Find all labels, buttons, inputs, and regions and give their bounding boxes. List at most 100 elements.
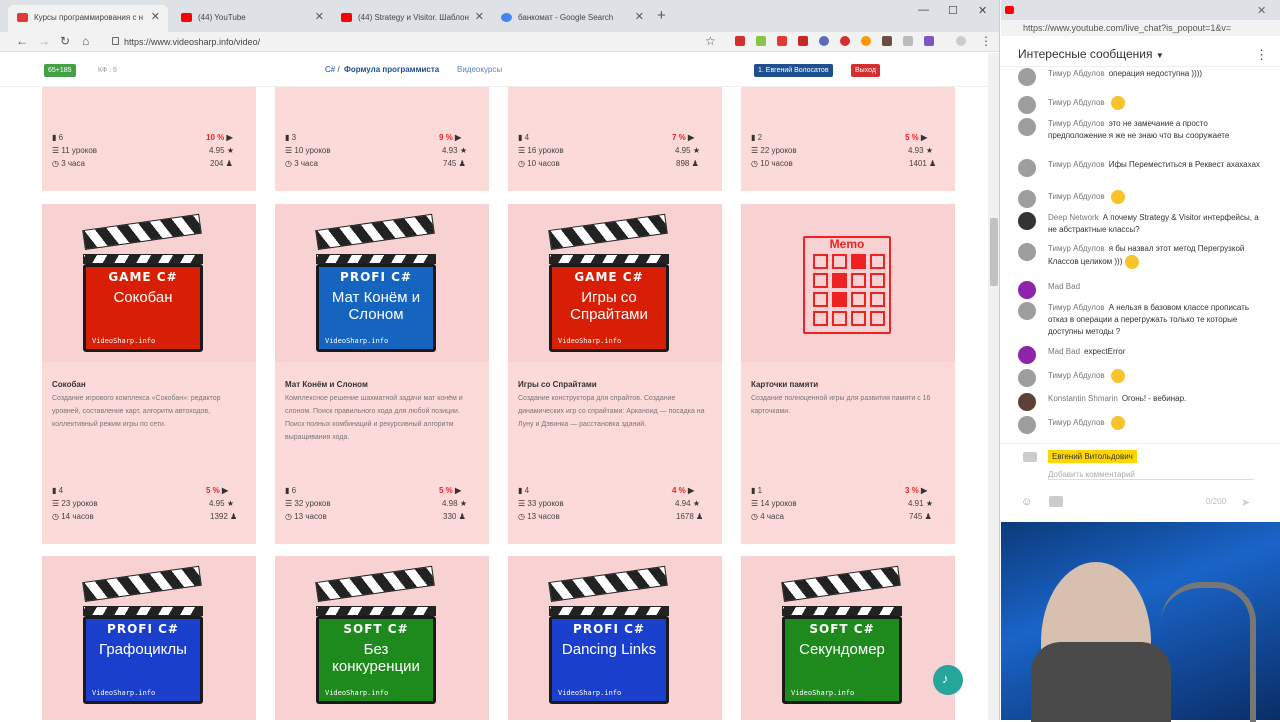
course-card[interactable]: ▮ 4 7 % ▶ ☰ 16 уроков 4.95 ★ ◷ 10 часов … — [508, 87, 722, 191]
close-window-icon[interactable]: ✕ — [978, 4, 987, 17]
user-icon: ♟ — [691, 159, 699, 168]
memo-cell — [813, 254, 828, 269]
course-thumbnail[interactable]: PROFI C# Графоциклы VideoSharp.info — [42, 556, 256, 720]
extension-icon[interactable] — [924, 36, 934, 46]
students-stat: 330 ♟ — [443, 512, 466, 521]
chat-menu-dots-icon[interactable]: ⋮ — [1255, 47, 1268, 63]
notification-bell-button[interactable]: ♪ — [933, 665, 963, 695]
course-card[interactable]: Memo Карточки памяти Создание полноценно… — [741, 204, 955, 544]
extension-icon[interactable] — [882, 36, 892, 46]
hours-stat: ◷ 13 часов — [285, 512, 327, 521]
chat-author[interactable]: Konstantin Shmarin — [1048, 394, 1118, 403]
course-card[interactable]: PROFI C# Мат Конём и Слоном VideoSharp.i… — [275, 204, 489, 544]
bookmark-star-icon[interactable]: ☆ — [705, 34, 716, 48]
course-thumbnail[interactable]: Memo — [741, 204, 955, 362]
profile-icon[interactable] — [956, 36, 966, 46]
home-icon[interactable]: ⌂ — [82, 34, 89, 48]
close-tab-icon[interactable]: ✕ — [315, 5, 324, 30]
maximize-icon[interactable]: ☐ — [948, 4, 958, 17]
course-card[interactable]: PROFI C# Dancing Links VideoSharp.info — [508, 556, 722, 720]
course-thumbnail[interactable]: GAME C# Игры со Спрайтами VideoSharp.inf… — [508, 204, 722, 362]
tab-google-search[interactable]: банкомат - Google Search ✕ — [492, 5, 652, 32]
course-card[interactable]: ▮ 6 10 % ▶ ☰ 11 уроков 4.95 ★ ◷ 3 часа 2… — [42, 87, 256, 191]
close-tab-icon[interactable]: ✕ — [475, 5, 484, 30]
extension-icon[interactable] — [735, 36, 745, 46]
nav-videocourses-link[interactable]: Видеокурсы — [457, 65, 502, 74]
course-thumbnail[interactable]: SOFT C# Секундомер VideoSharp.info — [741, 556, 955, 720]
discount-percent: 4 % ▶ — [672, 486, 695, 495]
chat-author[interactable]: Deep Network — [1048, 213, 1099, 222]
forward-icon[interactable]: → — [38, 34, 50, 48]
course-thumbnail[interactable]: SOFT C# Без конкуренции VideoSharp.info — [275, 556, 489, 720]
chat-text: операция недоступна )))) — [1108, 69, 1203, 78]
course-title[interactable]: Сокобан — [52, 380, 86, 389]
user-button[interactable]: 1. Евгений Волосатов — [754, 64, 833, 77]
chat-author[interactable]: Тимур Абдулов — [1048, 244, 1105, 253]
chat-author[interactable]: Тимур Абдулов — [1048, 69, 1105, 78]
back-icon[interactable]: ← — [16, 34, 28, 48]
reload-icon[interactable]: ↻ — [60, 34, 70, 48]
avatar — [1018, 393, 1036, 411]
course-card[interactable]: SOFT C# Секундомер VideoSharp.info — [741, 556, 955, 720]
chat-author[interactable]: Тимур Абдулов — [1048, 418, 1105, 427]
clapper-board: PROFI C# Графоциклы VideoSharp.info — [83, 616, 203, 704]
tab-videosharp[interactable]: Курсы программирования с н ✕ — [8, 5, 168, 32]
course-card[interactable]: ▮ 3 9 % ▶ ☰ 10 уроков 4.93 ★ ◷ 3 часа 74… — [275, 87, 489, 191]
comment-input[interactable]: Добавить комментарий — [1048, 470, 1253, 480]
clock-icon: ◷ — [285, 159, 292, 168]
close-tab-icon[interactable]: ✕ — [151, 5, 160, 30]
avatar — [1018, 281, 1036, 299]
address-bar[interactable]: https://www.videosharp.info/video/ — [108, 34, 720, 50]
chat-author[interactable]: Mad Bad — [1048, 282, 1080, 291]
list-icon: ☰ — [751, 146, 759, 155]
page-scrollbar[interactable] — [988, 53, 999, 720]
extension-icon[interactable] — [861, 36, 871, 46]
minimize-icon[interactable]: — — [918, 4, 929, 16]
course-title[interactable]: Карточки памяти — [751, 380, 818, 389]
course-card[interactable]: GAME C# Сокобан VideoSharp.info Сокобан … — [42, 204, 256, 544]
list-icon: ☰ — [751, 499, 759, 508]
logout-button[interactable]: Выход — [851, 64, 880, 77]
chat-mode-dropdown[interactable]: Интересные сообщения ▼ — [1018, 47, 1164, 61]
chat-author[interactable]: Тимур Абдулов — [1048, 119, 1105, 128]
extension-icon[interactable] — [840, 36, 850, 46]
lessons-stat: ☰ 22 уроков — [751, 146, 797, 155]
course-card[interactable]: PROFI C# Графоциклы VideoSharp.info — [42, 556, 256, 720]
course-title[interactable]: Игры со Спрайтами — [518, 380, 597, 389]
emoji-icon[interactable]: ☺ — [1021, 496, 1032, 508]
avatar — [1018, 96, 1036, 114]
chat-author[interactable]: Mad Bad — [1048, 347, 1080, 356]
tab-strategy-visitor[interactable]: (44) Strategy и Visitor. Шаблон ✕ — [332, 5, 492, 32]
chat-author[interactable]: Тимур Абдулов — [1048, 160, 1105, 169]
course-card[interactable]: ▮ 2 5 % ▶ ☰ 22 уроков 4.93 ★ ◷ 10 часов … — [741, 87, 955, 191]
superchat-icon[interactable] — [1049, 496, 1063, 507]
chat-author[interactable]: Тимур Абдулов — [1048, 192, 1105, 201]
extension-icon[interactable] — [756, 36, 766, 46]
course-thumbnail[interactable]: PROFI C# Dancing Links VideoSharp.info — [508, 556, 722, 720]
course-thumbnail[interactable]: GAME C# Сокобан VideoSharp.info — [42, 204, 256, 362]
chat-address-bar[interactable]: https://www.youtube.com/live_chat?is_pop… — [1001, 20, 1280, 36]
close-window-icon[interactable]: ✕ — [1257, 4, 1266, 17]
clapper-board: GAME C# Игры со Спрайтами VideoSharp.inf… — [549, 264, 669, 352]
course-card[interactable]: GAME C# Игры со Спрайтами VideoSharp.inf… — [508, 204, 722, 544]
course-title[interactable]: Мат Конём и Слоном — [285, 380, 368, 389]
play-icon: ▶ — [455, 486, 462, 495]
chat-author[interactable]: Тимур Абдулов — [1048, 371, 1105, 380]
close-tab-icon[interactable]: ✕ — [635, 5, 644, 30]
extension-icon[interactable] — [819, 36, 829, 46]
extension-icon[interactable] — [798, 36, 808, 46]
new-tab-button[interactable]: + — [657, 7, 666, 24]
extension-icon[interactable] — [903, 36, 913, 46]
star-icon: ★ — [692, 146, 700, 155]
course-card[interactable]: SOFT C# Без конкуренции VideoSharp.info — [275, 556, 489, 720]
brand-link[interactable]: Формула программиста — [344, 65, 439, 74]
extension-icon[interactable] — [777, 36, 787, 46]
chat-author[interactable]: Тимур Абдулов — [1048, 303, 1105, 312]
chat-author[interactable]: Тимур Абдулов — [1048, 98, 1105, 107]
list-icon: ☰ — [518, 499, 526, 508]
menu-dots-icon[interactable]: ⋮ — [980, 34, 992, 48]
scrollbar-thumb[interactable] — [990, 218, 998, 286]
send-icon[interactable]: ➤ — [1241, 496, 1250, 509]
tab-youtube[interactable]: (44) YouTube ✕ — [172, 5, 332, 32]
course-thumbnail[interactable]: PROFI C# Мат Конём и Слоном VideoSharp.i… — [275, 204, 489, 362]
